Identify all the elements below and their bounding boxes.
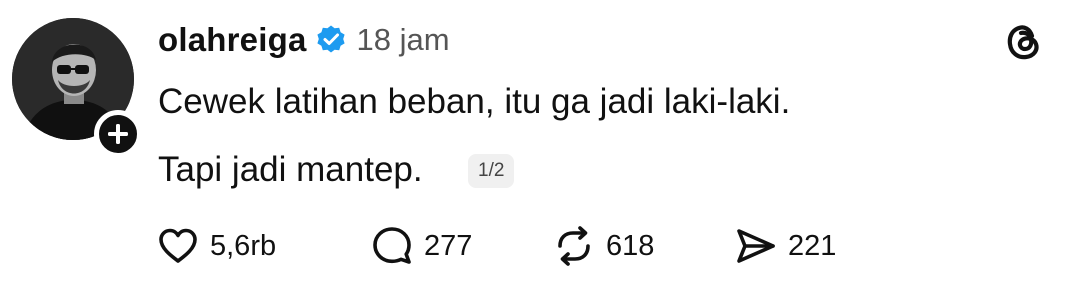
media-pager-indicator: 1/2	[468, 154, 515, 188]
post-text-line-1: Cewek latihan beban, itu ga jadi laki-la…	[158, 82, 791, 121]
repost-button[interactable]: 618	[552, 224, 654, 268]
threads-logo-icon[interactable]	[1002, 20, 1046, 64]
repost-count: 618	[606, 229, 655, 262]
follow-button[interactable]	[94, 110, 142, 158]
speech-bubble-icon	[373, 227, 411, 264]
share-count: 221	[788, 229, 837, 262]
heart-icon	[159, 228, 197, 263]
plus-icon	[108, 124, 128, 144]
like-count: 5,6rb	[210, 229, 277, 262]
verified-badge-icon	[316, 25, 345, 53]
post-header: olahreiga 18 jam	[158, 18, 450, 62]
avatar-container[interactable]	[12, 18, 142, 158]
repost-icon	[558, 226, 590, 266]
share-button[interactable]: 221	[734, 224, 836, 268]
action-bar: 5,6rb 277 618 221	[156, 224, 876, 268]
post-timestamp: 18 jam	[356, 22, 450, 57]
like-button[interactable]: 5,6rb	[156, 224, 276, 268]
reply-button[interactable]: 277	[370, 224, 472, 268]
post-text-line-2: Tapi jadi mantep.	[158, 150, 423, 189]
username-link[interactable]: olahreiga	[158, 21, 307, 59]
reply-count: 277	[424, 229, 473, 262]
send-icon	[737, 229, 775, 263]
